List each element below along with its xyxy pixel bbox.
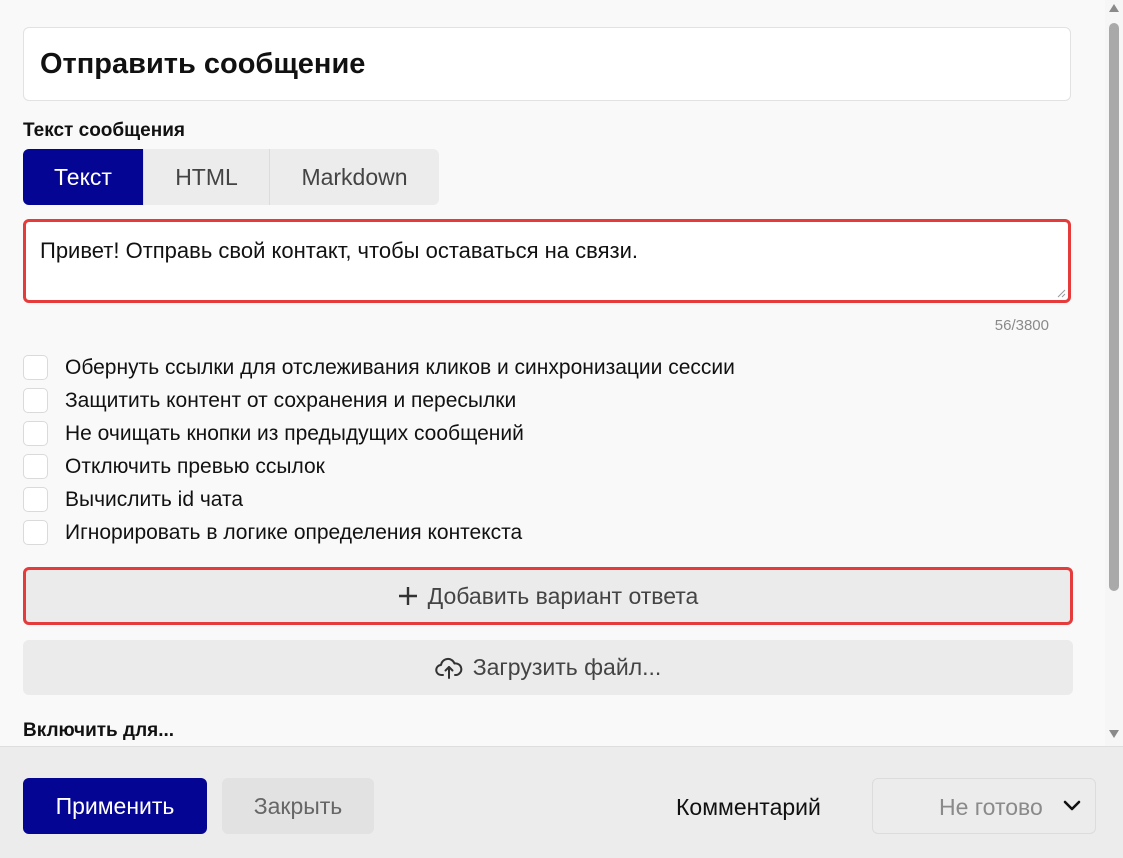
checkbox[interactable] — [23, 388, 48, 413]
tab-markdown[interactable]: Markdown — [269, 149, 439, 205]
scroll-up-icon[interactable] — [1108, 3, 1120, 13]
option-protect-content[interactable]: Защитить контент от сохранения и пересыл… — [23, 384, 735, 417]
status-dropdown[interactable]: Не готово — [872, 778, 1096, 834]
status-value: Не готово — [939, 794, 1043, 820]
upload-file-button[interactable]: Загрузить файл... — [23, 640, 1073, 695]
send-message-dialog: Отправить сообщение Текст сообщения Текс… — [0, 0, 1123, 858]
checkbox[interactable] — [23, 454, 48, 479]
close-button[interactable]: Закрыть — [222, 778, 374, 834]
page-title: Отправить сообщение — [40, 48, 366, 80]
options-list: Обернуть ссылки для отслеживания кликов … — [23, 351, 735, 549]
checkbox[interactable] — [23, 487, 48, 512]
tab-text[interactable]: Текст — [23, 149, 143, 205]
checkbox[interactable] — [23, 421, 48, 446]
option-disable-preview[interactable]: Отключить превью ссылок — [23, 450, 735, 483]
plus-icon — [398, 586, 418, 606]
scroll-down-icon[interactable] — [1108, 729, 1120, 739]
option-ignore-context[interactable]: Игнорировать в логике определения контек… — [23, 516, 735, 549]
title-field[interactable]: Отправить сообщение — [23, 27, 1071, 101]
comment-button[interactable]: Комментарий — [676, 794, 821, 821]
vertical-scrollbar[interactable] — [1105, 0, 1123, 746]
option-wrap-links[interactable]: Обернуть ссылки для отслеживания кликов … — [23, 351, 735, 384]
chevron-down-icon — [1063, 800, 1081, 811]
upload-file-label: Загрузить файл... — [472, 654, 662, 680]
option-compute-chat-id[interactable]: Вычислить id чата — [23, 483, 735, 516]
checkbox[interactable] — [23, 520, 48, 545]
message-section-label: Текст сообщения — [23, 120, 185, 141]
scrollbar-thumb[interactable] — [1109, 23, 1119, 591]
option-label: Игнорировать в логике определения контек… — [65, 520, 523, 544]
option-keep-buttons[interactable]: Не очищать кнопки из предыдущих сообщени… — [23, 417, 735, 450]
dialog-footer: Применить Закрыть Комментарий Не готово — [0, 746, 1123, 858]
add-answer-label: Добавить вариант ответа — [427, 582, 699, 609]
enable-for-label: Включить для... — [23, 720, 175, 741]
dialog-content: Отправить сообщение Текст сообщения Текс… — [0, 0, 1105, 746]
format-tabs: Текст HTML Markdown — [23, 149, 439, 205]
option-label: Защитить контент от сохранения и пересыл… — [65, 388, 517, 412]
option-label: Отключить превью ссылок — [65, 454, 325, 478]
option-label: Не очищать кнопки из предыдущих сообщени… — [65, 421, 524, 445]
cloud-upload-icon — [435, 656, 463, 680]
message-text: Привет! Отправь свой контакт, чтобы оста… — [40, 238, 638, 263]
message-textarea[interactable]: Привет! Отправь свой контакт, чтобы оста… — [23, 219, 1071, 303]
option-label: Обернуть ссылки для отслеживания кликов … — [65, 355, 735, 379]
character-counter: 56/3800 — [994, 317, 1049, 334]
option-label: Вычислить id чата — [65, 487, 244, 511]
resize-grip-icon[interactable] — [1056, 288, 1066, 298]
checkbox[interactable] — [23, 355, 48, 380]
add-answer-button[interactable]: Добавить вариант ответа — [23, 567, 1073, 625]
apply-button[interactable]: Применить — [23, 778, 207, 834]
tab-html[interactable]: HTML — [143, 149, 269, 205]
